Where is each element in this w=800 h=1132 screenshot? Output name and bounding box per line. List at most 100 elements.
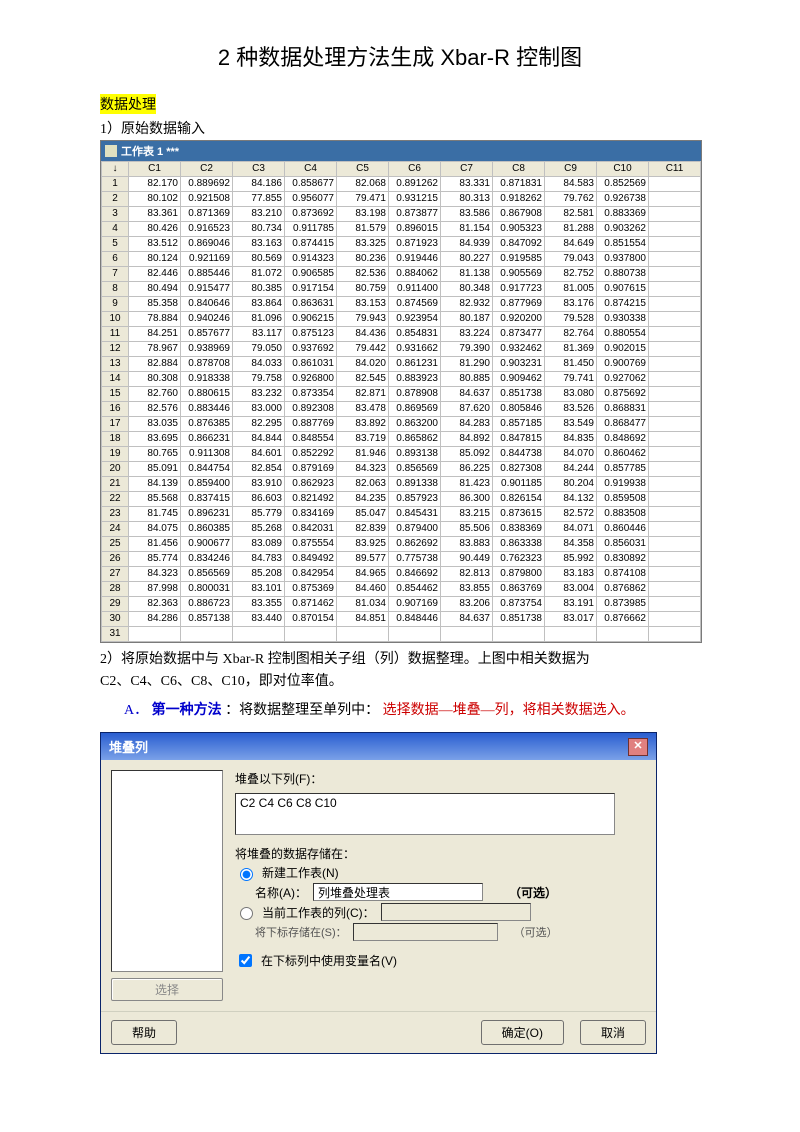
data-cell[interactable]: 82.063 <box>337 477 389 492</box>
data-cell[interactable]: 81.946 <box>337 447 389 462</box>
data-cell[interactable] <box>649 297 701 312</box>
data-cell[interactable]: 0.873615 <box>493 507 545 522</box>
data-cell[interactable]: 79.442 <box>337 342 389 357</box>
data-cell[interactable]: 0.917723 <box>493 282 545 297</box>
data-cell[interactable]: 0.874569 <box>389 297 441 312</box>
data-cell[interactable]: 0.775738 <box>389 552 441 567</box>
data-cell[interactable] <box>649 522 701 537</box>
data-cell[interactable] <box>181 627 233 642</box>
data-cell[interactable]: 83.325 <box>337 237 389 252</box>
data-cell[interactable]: 81.745 <box>129 507 181 522</box>
data-cell[interactable]: 0.926800 <box>285 372 337 387</box>
data-cell[interactable]: 82.752 <box>545 267 597 282</box>
data-cell[interactable]: 0.880738 <box>597 267 649 282</box>
data-cell[interactable]: 0.842031 <box>285 522 337 537</box>
data-cell[interactable] <box>649 312 701 327</box>
data-cell[interactable]: 0.921169 <box>181 252 233 267</box>
data-cell[interactable]: 84.186 <box>233 177 285 192</box>
data-cell[interactable]: 83.117 <box>233 327 285 342</box>
help-button[interactable]: 帮助 <box>111 1020 177 1045</box>
data-cell[interactable]: 0.846692 <box>389 567 441 582</box>
data-cell[interactable]: 82.871 <box>337 387 389 402</box>
data-cell[interactable]: 0.911785 <box>285 222 337 237</box>
data-cell[interactable]: 0.883508 <box>597 507 649 522</box>
data-cell[interactable]: 0.914323 <box>285 252 337 267</box>
data-cell[interactable]: 82.813 <box>441 567 493 582</box>
data-cell[interactable]: 0.827308 <box>493 462 545 477</box>
data-cell[interactable]: 0.877969 <box>493 297 545 312</box>
data-cell[interactable]: 78.967 <box>129 342 181 357</box>
data-cell[interactable]: 0.857923 <box>389 492 441 507</box>
data-cell[interactable]: 80.102 <box>129 192 181 207</box>
data-cell[interactable]: 83.695 <box>129 432 181 447</box>
data-cell[interactable]: 0.870154 <box>285 612 337 627</box>
data-cell[interactable]: 80.765 <box>129 447 181 462</box>
data-cell[interactable]: 86.225 <box>441 462 493 477</box>
data-cell[interactable]: 84.851 <box>337 612 389 627</box>
data-cell[interactable]: 83.163 <box>233 237 285 252</box>
data-cell[interactable]: 84.358 <box>545 537 597 552</box>
data-cell[interactable]: 0.857785 <box>597 462 649 477</box>
data-cell[interactable]: 0.871369 <box>181 207 233 222</box>
data-cell[interactable]: 0.834246 <box>181 552 233 567</box>
data-cell[interactable] <box>649 627 701 642</box>
data-cell[interactable]: 0.902015 <box>597 342 649 357</box>
data-cell[interactable]: 85.092 <box>441 447 493 462</box>
data-cell[interactable]: 84.286 <box>129 612 181 627</box>
data-cell[interactable]: 0.876385 <box>181 417 233 432</box>
data-cell[interactable]: 82.581 <box>545 207 597 222</box>
data-cell[interactable]: 0.873877 <box>389 207 441 222</box>
data-cell[interactable]: 0.868477 <box>597 417 649 432</box>
data-cell[interactable]: 0.926738 <box>597 192 649 207</box>
data-cell[interactable]: 0.891262 <box>389 177 441 192</box>
data-cell[interactable]: 84.251 <box>129 327 181 342</box>
data-cell[interactable]: 0.873754 <box>493 597 545 612</box>
data-cell[interactable]: 0.848554 <box>285 432 337 447</box>
data-cell[interactable]: 82.932 <box>441 297 493 312</box>
data-cell[interactable]: 83.331 <box>441 177 493 192</box>
data-cell[interactable]: 84.844 <box>233 432 285 447</box>
data-cell[interactable]: 0.840646 <box>181 297 233 312</box>
data-cell[interactable]: 0.860385 <box>181 522 233 537</box>
data-cell[interactable]: 83.000 <box>233 402 285 417</box>
data-cell[interactable]: 0.875369 <box>285 582 337 597</box>
data-cell[interactable]: 0.875554 <box>285 537 337 552</box>
data-cell[interactable]: 0.874415 <box>285 237 337 252</box>
data-cell[interactable]: 0.878708 <box>181 357 233 372</box>
data-cell[interactable]: 83.910 <box>233 477 285 492</box>
data-cell[interactable]: 0.805846 <box>493 402 545 417</box>
data-cell[interactable]: 84.637 <box>441 387 493 402</box>
data-cell[interactable]: 85.779 <box>233 507 285 522</box>
data-cell[interactable]: 80.313 <box>441 192 493 207</box>
data-cell[interactable] <box>649 237 701 252</box>
cancel-button[interactable]: 取消 <box>580 1020 646 1045</box>
data-cell[interactable]: 82.764 <box>545 327 597 342</box>
data-cell[interactable]: 0.830892 <box>597 552 649 567</box>
data-cell[interactable]: 0.906215 <box>285 312 337 327</box>
data-cell[interactable] <box>285 627 337 642</box>
data-cell[interactable]: 81.154 <box>441 222 493 237</box>
data-cell[interactable]: 83.549 <box>545 417 597 432</box>
data-cell[interactable]: 0.844738 <box>493 447 545 462</box>
radio-new-worksheet[interactable] <box>240 868 253 881</box>
data-cell[interactable]: 80.734 <box>233 222 285 237</box>
data-cell[interactable]: 0.919585 <box>493 252 545 267</box>
data-cell[interactable]: 85.091 <box>129 462 181 477</box>
data-cell[interactable]: 82.576 <box>129 402 181 417</box>
data-cell[interactable]: 83.361 <box>129 207 181 222</box>
data-cell[interactable]: 80.426 <box>129 222 181 237</box>
data-cell[interactable] <box>129 627 181 642</box>
data-cell[interactable]: 0.844754 <box>181 462 233 477</box>
radio-current-worksheet[interactable] <box>240 907 253 920</box>
data-cell[interactable]: 0.862692 <box>389 537 441 552</box>
data-cell[interactable]: 0.903262 <box>597 222 649 237</box>
data-cell[interactable]: 0.930338 <box>597 312 649 327</box>
data-cell[interactable]: 0.826154 <box>493 492 545 507</box>
data-cell[interactable] <box>649 597 701 612</box>
data-cell[interactable]: 81.369 <box>545 342 597 357</box>
data-cell[interactable]: 0.905323 <box>493 222 545 237</box>
data-cell[interactable]: 0.874215 <box>597 297 649 312</box>
data-cell[interactable] <box>649 387 701 402</box>
data-cell[interactable] <box>649 402 701 417</box>
data-cell[interactable]: 0.891338 <box>389 477 441 492</box>
